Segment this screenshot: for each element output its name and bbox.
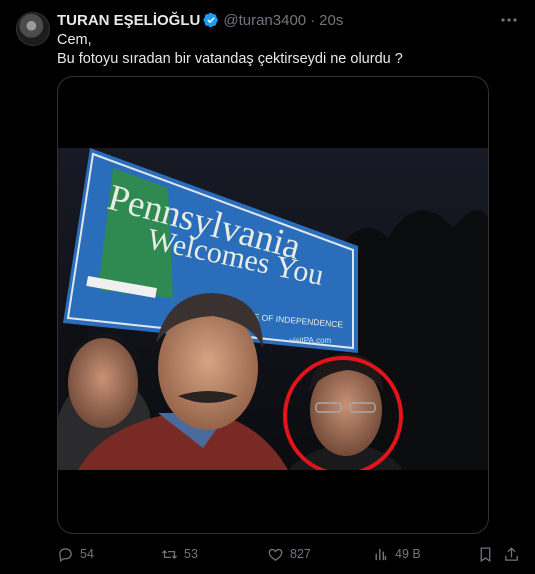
media-card[interactable]: Pennsylvania Welcomes You STATE OF INDEP… xyxy=(57,76,489,534)
tweet-text: Cem, Bu fotoyu sıradan bir vatandaş çekt… xyxy=(57,31,517,69)
handle[interactable]: @turan3400 xyxy=(223,12,306,29)
display-name[interactable]: TURAN EŞELİOĞLU xyxy=(57,12,200,29)
action-bar: 54 53 827 49 B xyxy=(57,544,523,564)
like-icon xyxy=(268,548,283,561)
verified-badge-icon xyxy=(203,12,219,28)
retweet-icon xyxy=(161,549,178,559)
tweet-text-line-2: Bu fotoyu sıradan bir vatandaş çektirsey… xyxy=(57,51,403,67)
separator: · xyxy=(310,11,316,29)
reply-icon xyxy=(59,547,72,562)
sign-line-4: visitPA.com xyxy=(290,336,332,345)
more-icon[interactable] xyxy=(499,12,519,28)
reply-button[interactable]: 54 xyxy=(57,544,94,564)
like-count: 827 xyxy=(290,547,311,561)
retweet-count: 53 xyxy=(184,547,198,561)
tweet-header: TURAN EŞELİOĞLU @turan3400 · 20s xyxy=(57,11,343,29)
tweet-photo[interactable]: Pennsylvania Welcomes You STATE OF INDEP… xyxy=(58,148,488,470)
avatar[interactable] xyxy=(16,12,50,46)
tweet-text-line-1: Cem, xyxy=(57,32,92,48)
reply-count: 54 xyxy=(80,547,94,561)
retweet-button[interactable]: 53 xyxy=(161,544,198,564)
views-icon xyxy=(375,548,387,560)
views-count: 49 B xyxy=(395,547,421,561)
timestamp[interactable]: 20s xyxy=(319,12,343,29)
bookmark-button[interactable] xyxy=(477,544,500,564)
bookmark-icon xyxy=(480,546,491,562)
share-button[interactable] xyxy=(503,544,526,564)
views-button[interactable]: 49 B xyxy=(372,544,421,564)
like-button[interactable]: 827 xyxy=(267,544,311,564)
share-icon xyxy=(505,546,518,561)
